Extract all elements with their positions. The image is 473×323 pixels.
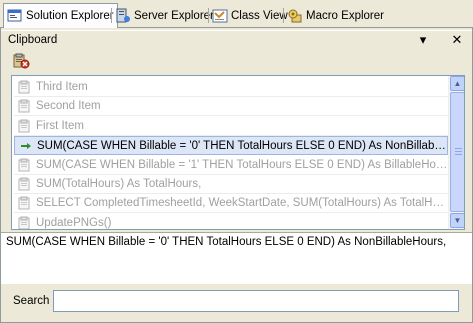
list-item[interactable]: SELECT CompletedTimesheetId, WeekStartDa… xyxy=(14,194,448,214)
server-explorer-icon xyxy=(115,8,131,24)
tab-solution-explorer[interactable]: Solution Explorer xyxy=(3,3,118,28)
tab-server-explorer[interactable]: Server Explorer xyxy=(112,4,217,28)
clipboard-item-icon xyxy=(16,215,34,229)
clipboard-item-icon xyxy=(16,176,34,192)
list-item-text: SELECT CompletedTimesheetId, WeekStartDa… xyxy=(36,197,448,210)
vertical-scrollbar[interactable]: ▲ ▼ xyxy=(448,76,464,229)
list-item[interactable]: SUM(CASE WHEN Billable = '1' THEN TotalH… xyxy=(14,156,448,175)
list-item-text: UpdatePNGs() xyxy=(36,216,112,229)
tab-label: Macro Explorer xyxy=(306,10,384,22)
list-item-text: SUM(CASE WHEN Billable = '0' THEN TotalH… xyxy=(37,139,447,152)
close-icon[interactable]: ✕ xyxy=(450,32,464,47)
clipboard-item-icon xyxy=(16,195,34,211)
scroll-up-button[interactable]: ▲ xyxy=(450,76,464,91)
list-item[interactable]: First Item xyxy=(14,117,448,136)
clipboard-item-icon xyxy=(16,79,34,95)
clipboard-preview: SUM(CASE WHEN Billable = '0' THEN TotalH… xyxy=(1,232,472,284)
list-item-text: First Item xyxy=(36,119,84,132)
list-item[interactable]: UpdatePNGs() xyxy=(14,214,448,229)
list-item-text: SUM(CASE WHEN Billable = '1' THEN TotalH… xyxy=(36,158,448,171)
search-label: Search xyxy=(13,295,50,307)
clear-clipboard-button[interactable] xyxy=(12,52,32,70)
clipboard-history-list[interactable]: Third Item Second Item First Item SUM(CASE … xyxy=(11,75,465,230)
macro-explorer-icon xyxy=(287,8,303,24)
preview-text: SUM(CASE WHEN Billable = '0' THEN TotalH… xyxy=(6,236,447,248)
list-item-text: SUM(TotalHours) As TotalHours, xyxy=(36,178,202,190)
list-item-text: Third Item xyxy=(36,81,88,93)
tool-window-tabstrip: Solution Explorer Server Explorer Class … xyxy=(0,0,473,28)
clipboard-item-icon xyxy=(16,118,34,134)
class-view-icon xyxy=(212,8,228,24)
tab-label: Solution Explorer xyxy=(26,10,114,22)
tab-class-view[interactable]: Class View xyxy=(209,4,291,28)
arrow-right-icon xyxy=(17,138,35,154)
panel-title: Clipboard xyxy=(8,34,58,46)
list-item[interactable]: SUM(CASE WHEN Billable = '0' THEN TotalH… xyxy=(14,136,448,156)
scroll-thumb[interactable] xyxy=(450,92,464,212)
tab-macro-explorer[interactable]: Macro Explorer xyxy=(284,4,387,28)
window-position-dropdown-icon[interactable]: ▾ xyxy=(416,32,430,47)
search-input[interactable] xyxy=(53,290,459,312)
list-item-text: Second Item xyxy=(36,100,101,113)
clipboard-item-icon xyxy=(16,98,34,114)
list-item[interactable]: Second Item xyxy=(14,97,448,117)
clear-clipboard-icon xyxy=(12,53,32,73)
clipboard-toolbar xyxy=(1,49,472,73)
panel-title-bar: Clipboard ▾ ✕ xyxy=(1,30,472,49)
list-item[interactable]: Third Item xyxy=(14,78,448,97)
tab-label: Class View xyxy=(231,10,288,22)
list-item[interactable]: SUM(TotalHours) As TotalHours, xyxy=(14,175,448,194)
tab-label: Server Explorer xyxy=(134,10,214,22)
clipboard-item-icon xyxy=(16,157,34,173)
scroll-down-button[interactable]: ▼ xyxy=(450,213,464,228)
solution-explorer-icon xyxy=(7,8,23,24)
